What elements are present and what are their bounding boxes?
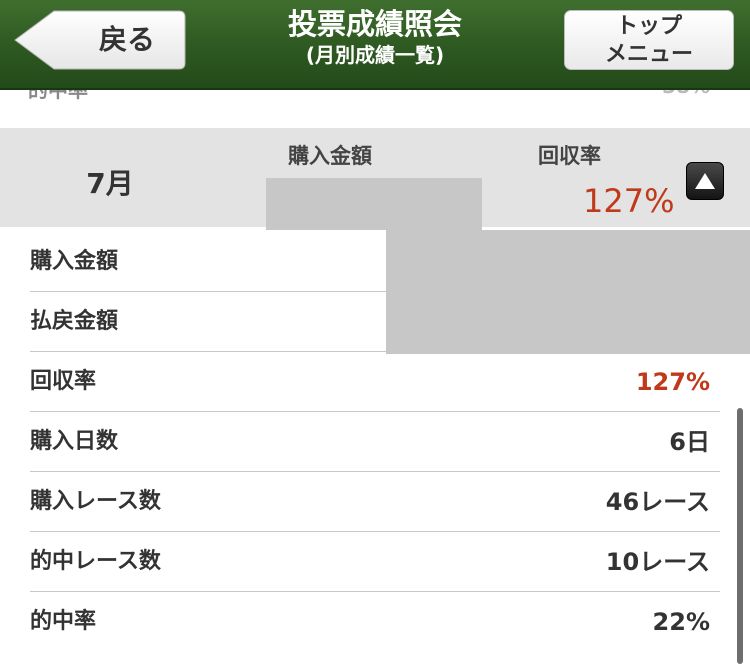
detail-row-hit-races: 的中レース数 10レース xyxy=(30,532,720,592)
row-label: 購入レース数 xyxy=(30,489,161,514)
row-value: 46レース xyxy=(605,488,710,516)
rate-column-header: 回収率 xyxy=(538,144,601,168)
row-label: 的中レース数 xyxy=(30,549,161,574)
previous-section-remnant: 的中率 38% xyxy=(0,88,750,128)
amount-column-header: 購入金額 xyxy=(288,144,372,168)
detail-row-return-rate: 回収率 127% xyxy=(30,352,720,412)
row-value: 22% xyxy=(652,608,710,636)
collapse-button[interactable] xyxy=(686,162,724,200)
month-label: 7月 xyxy=(86,167,134,200)
app-header: 戻る 投票成績照会 (月別成績一覧) トップ メニュー xyxy=(0,0,750,90)
detail-row-purchase-days: 購入日数 6日 xyxy=(30,412,720,472)
redacted-summary-amount xyxy=(266,178,482,230)
page-title-main: 投票成績照会 xyxy=(287,7,462,41)
row-label: 購入金額 xyxy=(30,249,119,274)
row-value: 6日 xyxy=(669,428,710,456)
top-menu-label-line2: メニュー xyxy=(604,42,693,67)
row-value: 127% xyxy=(635,368,710,396)
row-label: 払戻金額 xyxy=(30,309,119,334)
page-title: 投票成績照会 (月別成績一覧) xyxy=(190,6,560,68)
row-label: 的中率 xyxy=(30,609,97,634)
detail-row-purchase-races: 購入レース数 46レース xyxy=(30,472,720,532)
remnant-label: 的中率 xyxy=(28,88,88,102)
row-label: 回収率 xyxy=(30,369,97,394)
vertical-scrollbar[interactable] xyxy=(737,408,743,664)
row-label: 購入日数 xyxy=(30,429,119,454)
row-value: 10レース xyxy=(605,548,710,576)
detail-row-hit-rate: 的中率 22% xyxy=(30,592,720,652)
summary-rate-value: 127% xyxy=(583,182,675,220)
top-menu-button[interactable]: トップ メニュー xyxy=(564,10,734,70)
redacted-detail-amounts xyxy=(386,230,750,354)
triangle-up-icon xyxy=(695,173,715,189)
back-button-label: 戻る xyxy=(98,23,155,56)
page-title-sub: (月別成績一覧) xyxy=(305,43,445,67)
top-menu-label-line1: トップ xyxy=(615,14,682,39)
back-button[interactable]: 戻る xyxy=(14,10,186,70)
